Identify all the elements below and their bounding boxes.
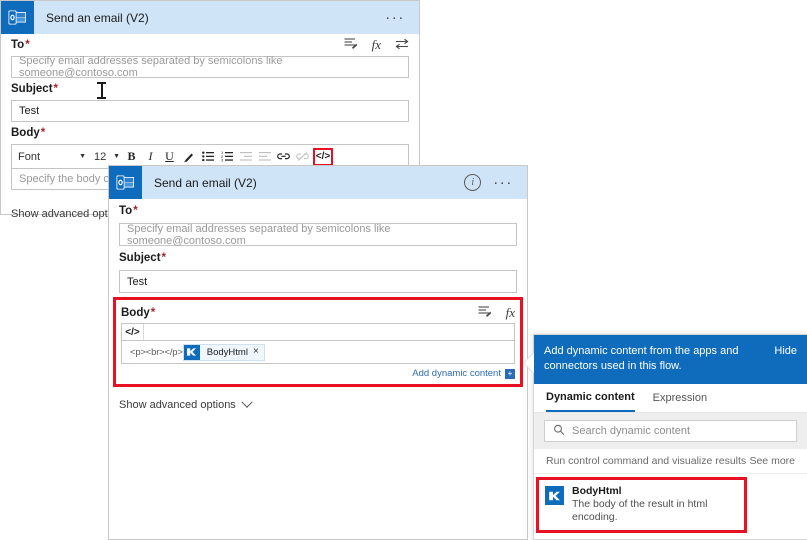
italic-button[interactable]: I: [142, 148, 159, 166]
subject-label-row-1: Subject*: [11, 78, 409, 100]
add-dynamic-content-badge[interactable]: +: [505, 368, 515, 379]
card-header-2: Send an email (V2) i ···: [109, 166, 527, 199]
body-label-1: Body*: [11, 127, 46, 139]
numbered-list-icon[interactable]: 1 2 3: [218, 148, 235, 166]
subject-label-row-2: Subject*: [119, 246, 517, 270]
to-input-2[interactable]: Specify email addresses separated by sem…: [119, 222, 517, 247]
dynamic-item-description: The body of the result in html encoding.: [572, 498, 708, 523]
add-dynamic-content-icon[interactable]: [478, 305, 492, 321]
subject-label-2: Subject*: [119, 252, 167, 264]
send-email-card-2: Send an email (V2) i ··· To* Specify ema…: [108, 165, 528, 540]
info-icon[interactable]: i: [464, 174, 482, 191]
tab-expression[interactable]: Expression: [653, 384, 707, 412]
dynamic-token-label: BodyHtml: [206, 346, 248, 358]
card-title-1: Send an email (V2): [46, 10, 149, 25]
outdent-icon[interactable]: [237, 148, 254, 166]
show-advanced-options-2[interactable]: Show advanced options: [119, 396, 517, 411]
svg-text:3: 3: [221, 158, 224, 162]
body-raw-html: <p><br></p>: [130, 346, 183, 358]
more-options-icon[interactable]: ···: [385, 10, 405, 25]
see-more-link[interactable]: See more: [749, 455, 795, 467]
text-color-icon[interactable]: [180, 148, 197, 166]
subject-label-1: Subject*: [11, 83, 59, 95]
required-marker: *: [161, 252, 167, 264]
text-cursor-icon: [97, 82, 106, 99]
card-header-actions-1: ···: [385, 10, 405, 25]
to-label-row-1: To* fx: [11, 34, 409, 56]
body-label-2: Body*: [121, 306, 156, 319]
code-glyph-icon: </>: [122, 323, 144, 341]
to-field-icons-1: fx: [344, 37, 409, 53]
card-title-2: Send an email (V2): [154, 175, 257, 190]
chevron-down-icon: [241, 396, 253, 408]
to-placeholder-1: Specify email addresses separated by sem…: [19, 55, 283, 79]
font-size-select[interactable]: 12 ▼: [92, 148, 122, 166]
to-label-2: To*: [119, 205, 138, 217]
dynamic-item-bodyhtml[interactable]: BodyHtml The body of the result in html …: [539, 480, 744, 530]
dynamic-content-group-header: Run control command and visualize result…: [534, 449, 807, 474]
dynamic-content-panel: Add dynamic content from the apps and co…: [524, 334, 807, 540]
bold-button[interactable]: B: [123, 148, 140, 166]
add-dynamic-content-icon[interactable]: [344, 37, 358, 53]
to-label-1: To*: [11, 39, 30, 51]
subject-value-2: Test: [127, 275, 148, 288]
required-marker: *: [150, 306, 156, 319]
dynamic-item-name: BodyHtml: [572, 485, 622, 497]
required-marker: *: [25, 39, 30, 51]
dynamic-content-header-text: Add dynamic content from the apps and co…: [544, 345, 739, 372]
body-section-highlight: Body* fx </> <p><br></p> BodyHtml × Add …: [113, 297, 523, 387]
outlook-icon: [1, 1, 34, 34]
bulleted-list-icon[interactable]: [199, 148, 216, 166]
tab-dynamic-content[interactable]: Dynamic content: [546, 384, 635, 412]
callout-arrow: [524, 353, 534, 373]
body-code-editor[interactable]: <p><br></p> BodyHtml ×: [121, 340, 515, 364]
indent-icon[interactable]: [256, 148, 273, 166]
dynamic-item-highlight: BodyHtml The body of the result in html …: [536, 477, 747, 533]
add-dynamic-content-row[interactable]: Add dynamic content +: [121, 368, 515, 379]
required-marker: *: [40, 127, 46, 139]
search-placeholder: Search dynamic content: [572, 425, 691, 437]
kusto-icon: [183, 344, 200, 360]
hide-button[interactable]: Hide: [774, 344, 797, 357]
dynamic-token-bodyhtml[interactable]: BodyHtml ×: [182, 343, 265, 361]
dynamic-content-search-wrap: Search dynamic content: [534, 413, 807, 449]
outlook-icon: [109, 166, 142, 199]
body-field-icons-2: fx: [478, 305, 515, 321]
search-input[interactable]: Search dynamic content: [544, 420, 797, 442]
add-dynamic-content-link[interactable]: Add dynamic content: [412, 368, 501, 379]
card-header-actions-2: i ···: [464, 174, 513, 191]
subject-value-1: Test: [19, 105, 40, 117]
to-input-1[interactable]: Specify email addresses separated by sem…: [11, 55, 409, 79]
body-label-row-2: Body* fx: [121, 302, 515, 323]
chevron-down-icon: ▼: [113, 153, 120, 160]
to-label-row-2: To*: [119, 199, 517, 223]
switch-inputs-icon[interactable]: [395, 38, 409, 53]
dynamic-content-tabs: Dynamic content Expression: [534, 384, 807, 413]
group-title: Run control command and visualize result…: [546, 455, 747, 467]
more-options-icon[interactable]: ···: [493, 175, 513, 190]
search-icon: [553, 424, 565, 439]
font-family-select[interactable]: Font ▼: [14, 148, 90, 166]
function-fx-icon[interactable]: fx: [506, 305, 515, 321]
body-label-row-1: Body*: [11, 122, 409, 144]
code-view-indicator: </>: [121, 323, 515, 341]
link-icon[interactable]: [275, 148, 292, 166]
function-fx-icon[interactable]: fx: [372, 37, 381, 53]
underline-button[interactable]: U: [161, 148, 178, 166]
card-header-1: Send an email (V2) ···: [1, 1, 419, 34]
dynamic-content-header: Add dynamic content from the apps and co…: [534, 335, 807, 384]
code-view-button[interactable]: </>: [313, 147, 333, 166]
to-placeholder-2: Specify email addresses separated by sem…: [127, 222, 391, 247]
close-icon[interactable]: ×: [253, 347, 264, 357]
required-marker: *: [133, 205, 138, 217]
kusto-icon: [545, 486, 564, 505]
card-body-2: To* Specify email addresses separated by…: [109, 199, 527, 411]
subject-input-1[interactable]: Test: [11, 100, 409, 122]
subject-input-2[interactable]: Test: [119, 270, 517, 293]
chevron-down-icon: ▼: [79, 153, 86, 160]
required-marker: *: [53, 83, 59, 95]
unlink-icon[interactable]: [294, 148, 311, 166]
